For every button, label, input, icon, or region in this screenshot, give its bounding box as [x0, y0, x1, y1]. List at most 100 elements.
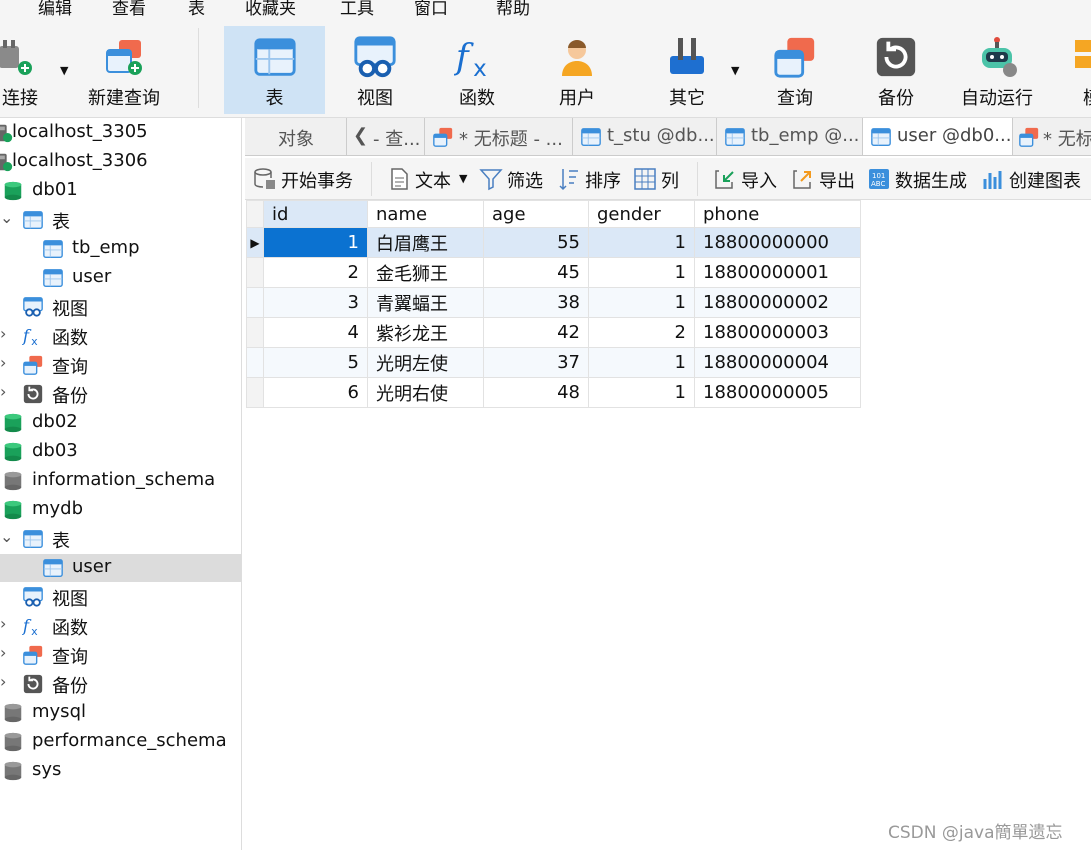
tree-db-performance-schema[interactable]: performance_schema: [0, 728, 241, 756]
model-button[interactable]: 模: [1062, 26, 1091, 114]
tree-tables-mydb[interactable]: ⌄ 表: [0, 525, 241, 553]
text-view-button[interactable]: 文本 ▼: [387, 166, 471, 192]
filter-button[interactable]: 筛选: [479, 166, 547, 192]
cell-gender[interactable]: 2: [588, 317, 695, 348]
connect-dropdown-icon[interactable]: ▼: [60, 64, 68, 77]
tree-db-information-schema[interactable]: information_schema: [0, 467, 241, 495]
cell-gender[interactable]: 1: [588, 377, 695, 408]
cell-phone[interactable]: 18800000000: [694, 227, 861, 258]
menu-window[interactable]: 窗口: [414, 0, 448, 18]
cell-age[interactable]: 48: [483, 377, 589, 408]
chevron-down-icon[interactable]: ▼: [459, 172, 467, 185]
cell-gender[interactable]: 1: [588, 287, 695, 318]
cell-phone[interactable]: 18800000004: [694, 347, 861, 378]
cell-gender[interactable]: 1: [588, 347, 695, 378]
cell-name[interactable]: 青翼蝠王: [367, 287, 484, 318]
tree-views-mydb[interactable]: 视图: [0, 583, 241, 611]
column-header-gender[interactable]: gender: [588, 200, 695, 228]
tree-db-mydb[interactable]: mydb: [0, 496, 241, 524]
cell-id[interactable]: 5: [263, 347, 368, 378]
tree-db-mysql[interactable]: mysql: [0, 699, 241, 727]
tree-functions-db01[interactable]: › 函数: [0, 322, 241, 350]
cell-age[interactable]: 55: [483, 227, 589, 258]
table-button[interactable]: 表: [224, 26, 325, 114]
tree-connection-3306[interactable]: localhost_3306: [0, 148, 241, 176]
view-button[interactable]: 视图: [330, 26, 420, 114]
sort-button[interactable]: 排序: [557, 166, 625, 192]
table-row[interactable]: 6 光明右使 48 1 18800000005: [246, 377, 861, 408]
cell-gender[interactable]: 1: [588, 257, 695, 288]
create-chart-button[interactable]: 创建图表: [981, 166, 1085, 192]
cell-age[interactable]: 38: [483, 287, 589, 318]
chevron-right-icon[interactable]: ›: [0, 643, 6, 662]
menu-tools[interactable]: 工具: [340, 0, 374, 18]
column-header-name[interactable]: name: [367, 200, 484, 228]
cell-id[interactable]: 4: [263, 317, 368, 348]
table-row[interactable]: 5 光明左使 37 1 18800000004: [246, 347, 861, 378]
backup-button[interactable]: 备份: [851, 26, 941, 114]
cell-phone[interactable]: 18800000005: [694, 377, 861, 408]
tree-backups-db01[interactable]: › 备份: [0, 380, 241, 408]
cell-phone[interactable]: 18800000003: [694, 317, 861, 348]
tree-db-sys[interactable]: sys: [0, 757, 241, 785]
cell-name[interactable]: 金毛狮王: [367, 257, 484, 288]
import-button[interactable]: 导入: [713, 166, 783, 192]
columns-button[interactable]: 列: [633, 166, 689, 192]
tree-tables-db01[interactable]: ⌄ 表: [0, 206, 241, 234]
begin-transaction-button[interactable]: 开始事务: [253, 166, 363, 192]
user-button[interactable]: 用户: [532, 26, 622, 114]
cell-name[interactable]: 白眉鹰王: [367, 227, 484, 258]
cell-name[interactable]: 紫衫龙王: [367, 317, 484, 348]
cell-gender[interactable]: 1: [588, 227, 695, 258]
menu-edit[interactable]: 编辑: [38, 0, 72, 18]
menu-help[interactable]: 帮助: [496, 0, 530, 18]
chevron-right-icon[interactable]: ›: [0, 382, 6, 401]
tree-table-user-db01[interactable]: user: [0, 264, 241, 292]
chevron-left-icon[interactable]: ❮: [353, 125, 368, 146]
automation-button[interactable]: 自动运行: [952, 26, 1042, 114]
menu-view[interactable]: 查看: [112, 0, 146, 18]
tree-table-user-mydb[interactable]: user: [0, 554, 241, 582]
column-header-phone[interactable]: phone: [694, 200, 861, 228]
chevron-right-icon[interactable]: ›: [0, 324, 6, 343]
cell-name[interactable]: 光明左使: [367, 347, 484, 378]
cell-id[interactable]: 2: [263, 257, 368, 288]
tree-functions-mydb[interactable]: › 函数: [0, 612, 241, 640]
menu-favorites[interactable]: 收藏夹: [245, 0, 296, 18]
cell-id[interactable]: 3: [263, 287, 368, 318]
function-button[interactable]: 函数: [432, 26, 522, 114]
cell-age[interactable]: 42: [483, 317, 589, 348]
tree-table-tb-emp[interactable]: tb_emp: [0, 235, 241, 263]
tab-user[interactable]: user @db0...: [863, 118, 1013, 155]
chevron-right-icon[interactable]: ›: [0, 672, 6, 691]
tree-queries-mydb[interactable]: › 查询: [0, 641, 241, 669]
tree-queries-db01[interactable]: › 查询: [0, 351, 241, 379]
tab-objects[interactable]: 对象: [245, 118, 347, 155]
new-query-button[interactable]: 新建查询: [84, 26, 164, 114]
connect-button[interactable]: 连接: [0, 26, 48, 114]
export-button[interactable]: 导出: [791, 166, 861, 192]
column-header-age[interactable]: age: [483, 200, 589, 228]
other-button[interactable]: 其它: [642, 26, 732, 114]
table-row[interactable]: 4 紫衫龙王 42 2 18800000003: [246, 317, 861, 348]
tree-db-db02[interactable]: db02: [0, 409, 241, 437]
cell-age[interactable]: 45: [483, 257, 589, 288]
query-button[interactable]: 查询: [750, 26, 840, 114]
tree-connection-3305[interactable]: localhost_3305: [0, 119, 241, 147]
tree-backups-mydb[interactable]: › 备份: [0, 670, 241, 698]
cell-name[interactable]: 光明右使: [367, 377, 484, 408]
tab-untitled-2[interactable]: * 无标: [1013, 118, 1091, 155]
cell-age[interactable]: 37: [483, 347, 589, 378]
data-generation-button[interactable]: 101 ABC 数据生成: [867, 166, 971, 192]
tab-query[interactable]: ❮ - 查...: [347, 118, 425, 155]
tab-t-stu[interactable]: t_stu @db...: [573, 118, 717, 155]
chevron-down-icon[interactable]: ⌄: [0, 208, 13, 227]
other-dropdown-icon[interactable]: ▼: [731, 64, 739, 77]
cell-id[interactable]: 6: [263, 377, 368, 408]
column-header-id[interactable]: id: [263, 200, 368, 228]
tree-views-db01[interactable]: 视图: [0, 293, 241, 321]
menu-table[interactable]: 表: [188, 0, 205, 18]
table-row[interactable]: 3 青翼蝠王 38 1 18800000002: [246, 287, 861, 318]
cell-id[interactable]: 1: [263, 227, 368, 258]
chevron-right-icon[interactable]: ›: [0, 614, 6, 633]
